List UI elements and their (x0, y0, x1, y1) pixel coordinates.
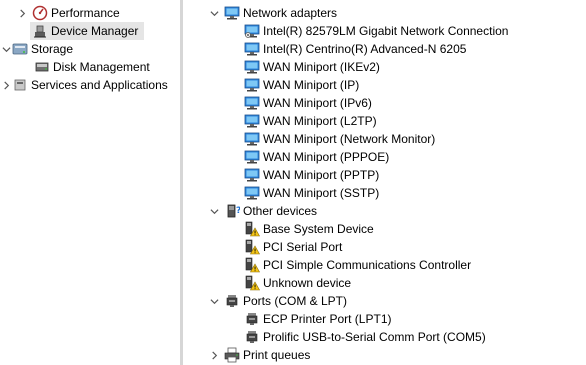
device-label: WAN Miniport (PPTP) (263, 168, 380, 182)
device-item[interactable]: WAN Miniport (SSTP) (244, 184, 379, 202)
category-network-adapters[interactable]: Network adapters (208, 4, 337, 22)
chevron-right-icon[interactable] (208, 346, 220, 364)
port-connector-icon (244, 329, 260, 345)
device-label: Intel(R) Centrino(R) Advanced-N 6205 (263, 42, 467, 56)
unknown-device-warning-icon (244, 239, 260, 255)
tree-item-device-manager[interactable]: Device Manager (30, 22, 144, 40)
tree-item-label: Storage (31, 42, 74, 56)
device-label: ECP Printer Port (LPT1) (263, 312, 392, 326)
device-label: Base System Device (263, 222, 374, 236)
pane-splitter[interactable] (180, 0, 183, 365)
device-label: Unknown device (263, 276, 352, 290)
device-label: WAN Miniport (SSTP) (263, 186, 380, 200)
device-manager-icon (32, 23, 48, 39)
other-devices-category-icon: ? (224, 203, 240, 219)
category-other-devices[interactable]: ? Other devices (208, 202, 317, 220)
storage-icon (12, 41, 28, 57)
chevron-down-icon[interactable] (208, 4, 220, 22)
tree-item-services-and-applications[interactable]: Services and Applications (0, 76, 168, 94)
device-item[interactable]: ECP Printer Port (LPT1) (244, 310, 391, 328)
device-item[interactable]: Prolific USB-to-Serial Comm Port (COM5) (244, 328, 486, 346)
chevron-right-icon[interactable] (0, 76, 12, 94)
chevron-down-icon[interactable] (0, 40, 12, 58)
device-label: PCI Simple Communications Controller (263, 258, 472, 272)
device-item[interactable]: Unknown device (244, 274, 351, 292)
disk-management-icon (34, 59, 50, 75)
network-adapter-icon (244, 185, 260, 201)
printer-icon (224, 347, 240, 363)
unknown-device-warning-icon (244, 275, 260, 291)
device-label: Intel(R) 82579LM Gigabit Network Connect… (263, 24, 509, 38)
device-item[interactable]: PCI Simple Communications Controller (244, 256, 471, 274)
device-item[interactable]: WAN Miniport (Network Monitor) (244, 130, 435, 148)
device-label: WAN Miniport (PPPOE) (263, 150, 390, 164)
network-adapter-icon (244, 167, 260, 183)
device-tree: Network adapters Intel(R) 82579LM Gigabi… (184, 0, 586, 365)
ports-category-icon (224, 293, 240, 309)
device-item[interactable]: Intel(R) Centrino(R) Advanced-N 6205 (244, 40, 466, 58)
category-ports[interactable]: Ports (COM & LPT) (208, 292, 347, 310)
network-adapter-icon (244, 77, 260, 93)
device-label: Prolific USB-to-Serial Comm Port (COM5) (263, 330, 486, 344)
device-item[interactable]: WAN Miniport (IPv6) (244, 94, 372, 112)
category-label: Ports (COM & LPT) (243, 294, 348, 308)
device-label: WAN Miniport (Network Monitor) (263, 132, 436, 146)
device-item[interactable]: WAN Miniport (L2TP) (244, 112, 377, 130)
tree-item-label: Performance (51, 6, 120, 20)
network-adapter-icon (244, 131, 260, 147)
performance-icon (32, 5, 48, 21)
tree-item-label: Services and Applications (31, 78, 168, 92)
device-item[interactable]: Intel(R) 82579LM Gigabit Network Connect… (244, 22, 508, 40)
device-item[interactable]: Base System Device (244, 220, 374, 238)
svg-text:?: ? (236, 206, 240, 216)
unknown-device-warning-icon (244, 221, 260, 237)
network-adapter-icon (244, 113, 260, 129)
category-print-queues[interactable]: Print queues (208, 346, 310, 364)
device-label: WAN Miniport (IP) (263, 78, 360, 92)
tree-item-performance[interactable]: Performance (16, 4, 120, 22)
tree-item-label: Device Manager (51, 24, 139, 38)
device-item[interactable]: WAN Miniport (IKEv2) (244, 58, 380, 76)
category-label: Network adapters (243, 6, 338, 20)
device-label: PCI Serial Port (263, 240, 343, 254)
network-adapter-icon (244, 41, 260, 57)
tree-item-disk-management[interactable]: Disk Management (34, 58, 150, 76)
device-label: WAN Miniport (IPv6) (263, 96, 372, 110)
chevron-down-icon[interactable] (208, 292, 220, 310)
device-label: WAN Miniport (IKEv2) (263, 60, 380, 74)
network-adapter-icon (244, 59, 260, 75)
services-and-applications-icon (12, 77, 28, 93)
category-label: Other devices (243, 204, 318, 218)
category-label: Print queues (243, 348, 311, 362)
device-item[interactable]: PCI Serial Port (244, 238, 342, 256)
device-item[interactable]: WAN Miniport (PPTP) (244, 166, 379, 184)
device-item[interactable]: WAN Miniport (PPPOE) (244, 148, 389, 166)
network-adapters-category-icon (224, 5, 240, 21)
tree-item-label: Disk Management (53, 60, 150, 74)
unknown-device-warning-icon (244, 257, 260, 273)
chevron-right-icon[interactable] (16, 4, 28, 22)
device-label: WAN Miniport (L2TP) (263, 114, 377, 128)
network-adapter-icon (244, 23, 260, 39)
network-adapter-icon (244, 149, 260, 165)
chevron-down-icon[interactable] (208, 202, 220, 220)
network-adapter-icon (244, 95, 260, 111)
computer-management-tree: Performance Device Manager Storage Disk … (0, 0, 176, 365)
tree-item-storage[interactable]: Storage (0, 40, 73, 58)
device-item[interactable]: WAN Miniport (IP) (244, 76, 359, 94)
port-connector-icon (244, 311, 260, 327)
